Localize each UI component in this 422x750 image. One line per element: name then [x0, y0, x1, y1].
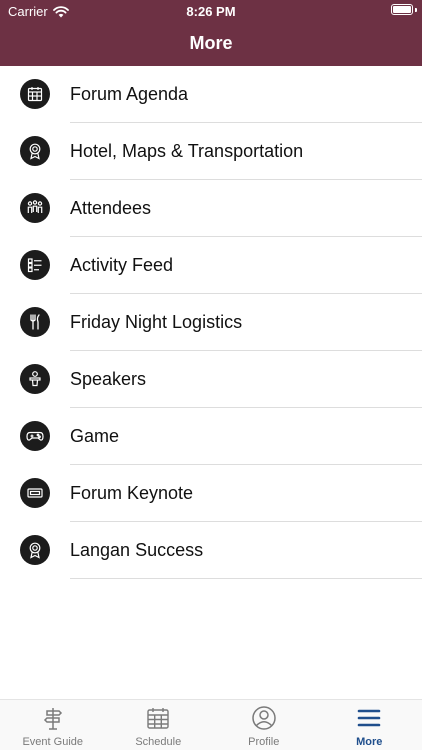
menu-item-langan-success[interactable]: Langan Success: [0, 522, 422, 579]
award-ribbon-icon: [20, 136, 50, 166]
menu-item-hotel-maps-transportation[interactable]: Hotel, Maps & Transportation: [0, 123, 422, 180]
menu-item-label: Langan Success: [70, 540, 204, 560]
menu-item-label: Friday Night Logistics: [70, 312, 243, 332]
status-bar: Carrier 8:26 PM: [0, 0, 422, 24]
status-time: 8:26 PM: [186, 4, 236, 19]
tab-schedule[interactable]: Schedule: [106, 700, 212, 750]
hamburger-menu-icon: [357, 709, 381, 727]
tab-label: Event Guide: [22, 736, 84, 748]
menu-item-label: Forum Agenda: [70, 84, 189, 104]
menu-item-game[interactable]: Game: [0, 408, 422, 465]
people-group-icon: [20, 193, 50, 223]
battery-icon: [391, 4, 413, 15]
tab-bar: Event Guide Schedule Profile More: [0, 699, 422, 750]
divider: [70, 578, 422, 579]
calendar-icon: [147, 708, 169, 729]
menu-item-activity-feed[interactable]: Activity Feed: [0, 237, 422, 294]
menu-item-speakers[interactable]: Speakers: [0, 351, 422, 408]
menu-item-label: Hotel, Maps & Transportation: [70, 141, 304, 161]
menu-item-label: Speakers: [70, 369, 147, 389]
tab-label: Schedule: [135, 736, 182, 748]
tab-label: More: [356, 736, 383, 748]
signpost-icon: [43, 708, 62, 730]
menu-item-label: Activity Feed: [70, 255, 174, 275]
menu-item-forum-agenda[interactable]: Forum Agenda: [0, 66, 422, 123]
menu-item-forum-keynote[interactable]: Forum Keynote: [0, 465, 422, 522]
menu-item-label: Game: [70, 426, 120, 446]
speaker-podium-icon: [20, 364, 50, 394]
profile-icon: [252, 706, 276, 730]
tab-more[interactable]: More: [317, 700, 422, 750]
page-title: More: [189, 33, 233, 53]
gamepad-icon: [20, 421, 50, 451]
menu-item-label: Forum Keynote: [70, 483, 194, 503]
menu-item-label: Attendees: [70, 198, 152, 218]
tab-profile[interactable]: Profile: [211, 700, 317, 750]
battery-cap: [415, 8, 417, 12]
calendar-grid-icon: [20, 79, 50, 109]
ticket-card-icon: [20, 478, 50, 508]
list-feed-icon: [20, 250, 50, 280]
tab-label: Profile: [248, 736, 280, 748]
menu-item-attendees[interactable]: Attendees: [0, 180, 422, 237]
tab-event-guide[interactable]: Event Guide: [0, 700, 106, 750]
more-menu-list: Forum Agenda Hotel, Maps & Transportatio…: [0, 66, 422, 579]
menu-item-friday-night-logistics[interactable]: Friday Night Logistics: [0, 294, 422, 351]
award-ribbon-icon: [20, 535, 50, 565]
fork-knife-icon: [20, 307, 50, 337]
header-bar: Carrier 8:26 PM More: [0, 0, 422, 66]
